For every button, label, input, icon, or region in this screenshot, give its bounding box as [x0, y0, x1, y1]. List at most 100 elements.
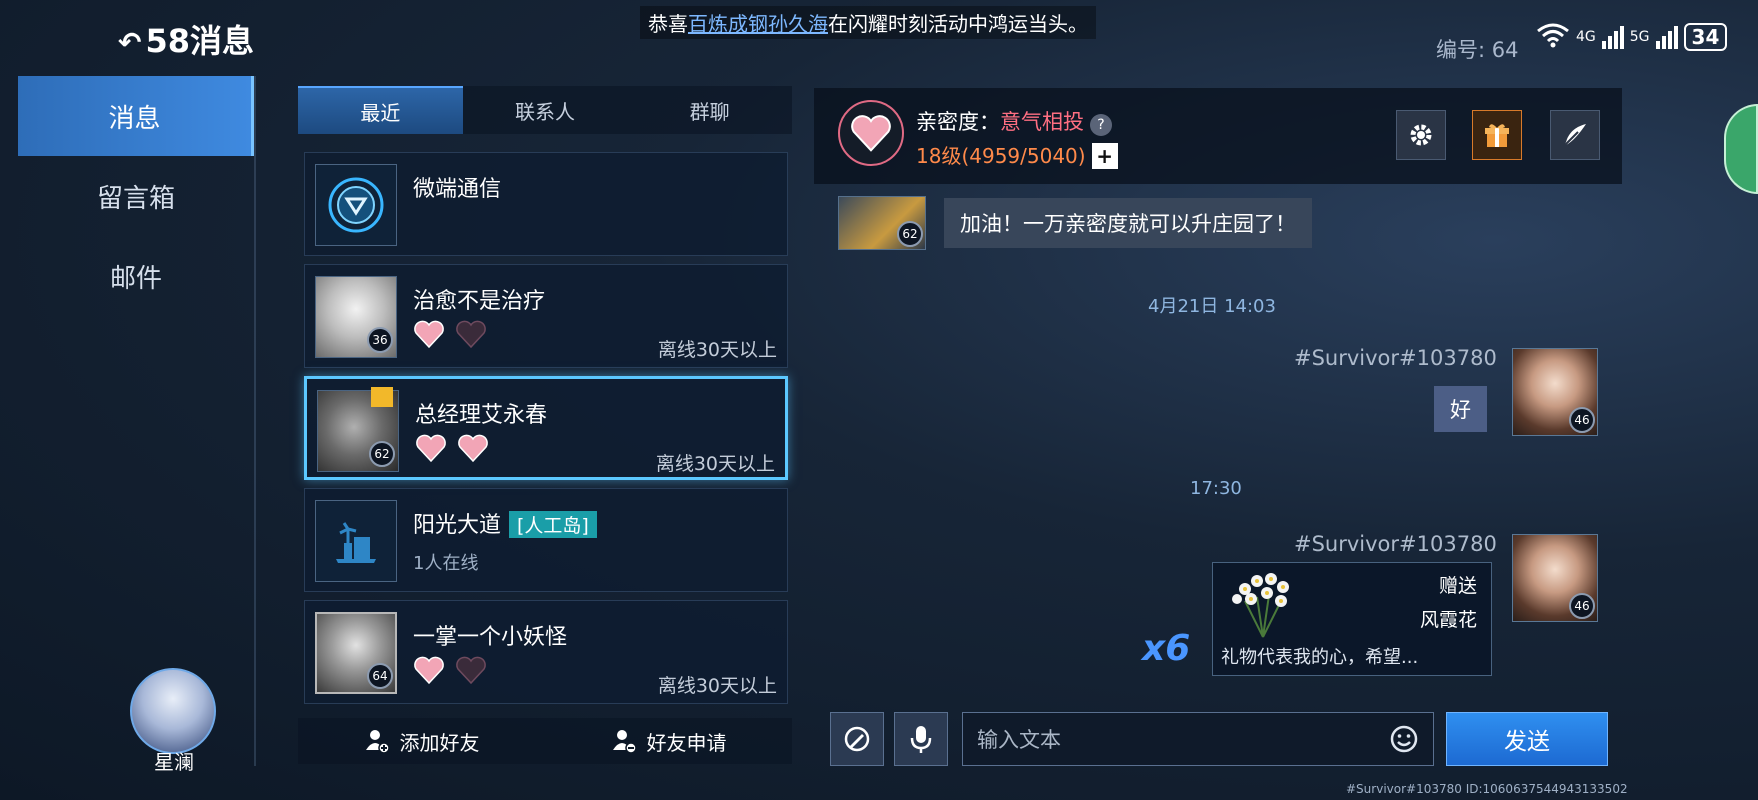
tab-groups[interactable]: 群聊	[627, 86, 792, 134]
network-4g: 4G	[1576, 29, 1596, 45]
online-status: 离线30天以上	[657, 339, 777, 361]
level-badge: 46	[1569, 593, 1595, 619]
pen-icon	[844, 726, 870, 752]
list-item[interactable]: 微端通信	[304, 152, 788, 256]
sidebar-item-message-box[interactable]: 留言箱	[18, 156, 254, 236]
friend-request-icon	[612, 730, 637, 754]
online-count: 1人在线	[413, 553, 479, 574]
level-badge: 62	[369, 441, 395, 467]
contact-name: 治愈不是治疗	[413, 289, 546, 314]
heart-icon	[414, 320, 444, 349]
network-5g: 5G	[1629, 29, 1650, 45]
island-icon	[315, 500, 397, 582]
signal-icon	[1655, 25, 1678, 49]
online-status: 离线30天以上	[657, 675, 777, 697]
gift-count: x6	[1142, 628, 1191, 669]
list-item[interactable]: 36 治愈不是治疗 离线30天以上	[304, 264, 788, 368]
intimacy-hearts	[413, 319, 487, 349]
friend-request-label: 好友申请	[646, 730, 727, 755]
intimacy-hearts	[415, 433, 489, 463]
side-tab-icon[interactable]	[1724, 104, 1758, 194]
send-button[interactable]: 发送	[1446, 712, 1608, 766]
time-fragment: 58	[145, 22, 190, 60]
contact-name: 总经理艾永春	[415, 403, 548, 428]
sidebar-divider	[254, 76, 256, 766]
intimacy-value: 意气相投	[1000, 110, 1084, 134]
list-item[interactable]: 阳光大道 [人工岛] 1人在线	[304, 488, 788, 592]
my-avatar[interactable]: 46	[1512, 348, 1598, 436]
list-item-selected[interactable]: 62 总经理艾永春 离线30天以上	[304, 376, 788, 480]
add-friend-label: 添加好友	[399, 730, 480, 755]
gift-label: 赠送	[1438, 575, 1477, 597]
player-name: 星澜	[154, 750, 194, 774]
ticker-player-link[interactable]: 百炼成钢孙久海	[688, 12, 828, 36]
heart-icon	[414, 656, 444, 685]
list-item[interactable]: 64 一掌一个小妖怪 离线30天以上	[304, 600, 788, 704]
message-timestamp: 17:30	[1190, 478, 1242, 499]
friend-actions: 添加好友 好友申请	[298, 718, 792, 764]
level-badge: 36	[367, 327, 393, 353]
contact-avatar[interactable]: 62	[838, 196, 926, 250]
tab-contacts[interactable]: 联系人	[463, 86, 628, 134]
group-tag: [人工岛]	[509, 511, 597, 538]
gear-icon	[1410, 124, 1432, 146]
feather-icon	[1563, 124, 1586, 147]
gift-icon	[1485, 124, 1509, 147]
contact-tabs: 最近 联系人 群聊	[298, 86, 792, 134]
settings-button[interactable]	[1396, 110, 1446, 160]
contact-list: 微端通信 36 治愈不是治疗 离线30天以上 62 总经理艾永春 离线30天以上…	[304, 152, 788, 712]
ticker-suffix: 在闪耀时刻活动中鸿运当头。	[828, 12, 1088, 36]
sidebar-item-mail[interactable]: 邮件	[18, 236, 254, 316]
emoji-icon[interactable]	[1389, 724, 1419, 754]
serial-number: 编号: 64	[1436, 38, 1519, 62]
level-badge: 64	[367, 663, 393, 689]
player-avatar[interactable]	[130, 668, 216, 754]
incoming-message: 加油！一万亲密度就可以升庄园了！	[944, 198, 1312, 248]
help-icon[interactable]: ?	[1090, 114, 1112, 136]
microlink-icon	[315, 164, 397, 246]
input-placeholder: 输入文本	[977, 728, 1061, 752]
message-timestamp: 4月21日 14:03	[1148, 296, 1276, 317]
sidebar-item-messages[interactable]: 消息	[18, 76, 254, 156]
friend-request-button[interactable]: 好友申请	[545, 718, 792, 764]
online-status: 离线30天以上	[655, 453, 775, 475]
intimacy-title: 亲密度：	[916, 110, 1000, 134]
level-badge: 62	[897, 221, 923, 247]
gift-message-card[interactable]: 赠送 风霞花 礼物代表我的心，希望...	[1212, 562, 1492, 676]
sender-name: #Survivor#103780	[1294, 346, 1497, 370]
heart-icon	[458, 434, 488, 463]
quick-phrase-button[interactable]	[830, 712, 884, 766]
message-input[interactable]: 输入文本	[962, 712, 1434, 766]
gift-button[interactable]	[1472, 110, 1522, 160]
page-title: 消息	[190, 22, 255, 60]
add-friend-button[interactable]: 添加好友	[298, 718, 545, 764]
level-badge: 46	[1569, 407, 1595, 433]
gift-note: 礼物代表我的心，希望...	[1221, 647, 1419, 668]
heart-icon	[416, 434, 446, 463]
back-icon[interactable]: ↶	[118, 26, 141, 59]
intimacy-hearts	[413, 655, 487, 685]
ticker-prefix: 恭喜	[648, 12, 688, 36]
signal-icon	[1601, 25, 1624, 49]
heart-empty-icon	[456, 656, 486, 685]
my-avatar[interactable]: 46	[1512, 534, 1598, 622]
profile-button[interactable]	[1550, 110, 1600, 160]
contact-name: 微端通信	[413, 177, 502, 202]
app-title: ↶ 58消息	[118, 16, 254, 62]
battery-indicator: 34	[1683, 23, 1728, 51]
intimacy-heart-icon	[838, 100, 904, 166]
chat-header: 亲密度：意气相投? 18级(4959/5040) +	[814, 88, 1622, 184]
flower-icon	[1232, 573, 1289, 638]
voice-button[interactable]	[894, 712, 948, 766]
contact-name: 一掌一个小妖怪	[413, 625, 568, 650]
intimacy-level: 18级(4959/5040) +	[916, 140, 1118, 169]
microphone-icon	[910, 726, 932, 753]
tab-recent[interactable]: 最近	[298, 86, 463, 134]
add-intimacy-button[interactable]: +	[1091, 143, 1118, 169]
contact-name: 阳光大道 [人工岛]	[413, 507, 597, 539]
wifi-icon	[1536, 22, 1570, 52]
crown-badge-icon	[371, 387, 393, 407]
sender-name: #Survivor#103780	[1294, 532, 1497, 556]
outgoing-message: 好	[1434, 386, 1487, 432]
sidebar: 消息 留言箱 邮件	[18, 76, 254, 316]
